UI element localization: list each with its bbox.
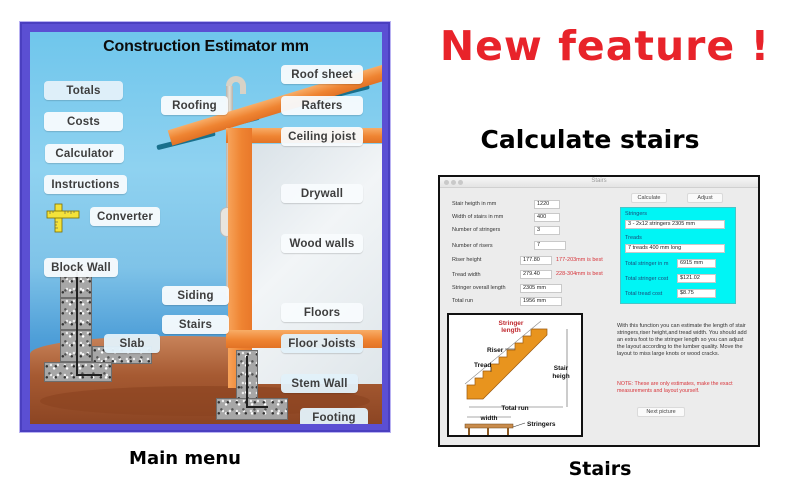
stringer-length-text: Stringer (499, 320, 524, 327)
stairs-caption: Stairs (568, 458, 632, 480)
total-run-output: 1956 mm (520, 297, 562, 306)
total-stringer-cost-result: $121.02 (677, 274, 716, 283)
rebar (76, 374, 102, 376)
stairs-window: Stairs Stair heigth in mm 1220 Width of … (438, 175, 760, 447)
wall-stud (228, 128, 252, 388)
main-menu-screenshot: Construction Estimator mm Totals Costs C… (20, 22, 390, 432)
stringer-length-output: 2305 mm (520, 284, 562, 293)
next-picture-button[interactable]: Next picture (637, 407, 685, 417)
app-title: Construction Estimator mm (103, 38, 309, 55)
footing-button[interactable]: Footing (300, 408, 368, 424)
subheadline: Calculate stairs (480, 125, 700, 154)
total-run-label: Total run (452, 298, 474, 304)
main-menu-caption: Main menu (129, 448, 241, 469)
stair-width-input[interactable]: 400 (534, 213, 560, 222)
stringer-length-label: Stringer overall length (452, 285, 506, 291)
risers-count-label: Number of risers (452, 243, 493, 249)
stringers-heading: Stringers (625, 211, 648, 217)
total-tread-cost-label: Total tread cost (625, 291, 663, 297)
stringer-board (464, 423, 514, 429)
stringer-post (468, 428, 470, 435)
costs-button[interactable]: Costs (44, 112, 123, 131)
riser-height-label: Riser height (452, 257, 482, 263)
estimate-note: NOTE: These are only estimates, make the… (617, 381, 733, 394)
riser-height-hint: 177-203mm is best (556, 257, 603, 263)
rafters-button[interactable]: Rafters (281, 96, 363, 115)
rebar (246, 356, 248, 408)
stair-height-text: Stair (554, 365, 569, 372)
stair-height-input[interactable]: 1220 (534, 200, 560, 209)
slab-button[interactable]: Slab (104, 334, 160, 353)
block-wall-button[interactable]: Block Wall (44, 258, 118, 277)
stringers-text: Stringers (527, 421, 556, 428)
calculate-button[interactable]: Calculate (631, 193, 667, 203)
stair-height-label: Stair heigth in mm (452, 201, 497, 207)
risers-count-input[interactable]: 7 (534, 241, 566, 250)
stair-width-label: Width of stairs in mm (452, 214, 504, 220)
tread-text: Tread (474, 362, 491, 369)
tread-width-input[interactable]: 279.40 (520, 270, 552, 279)
stringers-count-label: Number of stringers (452, 227, 501, 233)
stairs-button[interactable]: Stairs (162, 315, 229, 334)
footing (216, 398, 288, 420)
house-cross-section-scene: Construction Estimator mm Totals Costs C… (30, 32, 382, 424)
total-run-text: Total run (501, 405, 528, 412)
description-text: With this function you can estimate the … (617, 323, 747, 357)
stringers-pointer (512, 422, 526, 428)
treads-heading: Treads (625, 235, 642, 241)
floor-joists-button[interactable]: Floor Joists (281, 334, 363, 353)
tread-width-hint: 228-304mm is best (556, 271, 603, 277)
total-stringer-cost-label: Total stringer cost (625, 276, 669, 282)
results-panel: Stringers 3 - 2x12 stringers 2305 mm Tre… (620, 207, 736, 304)
roofing-button[interactable]: Roofing (161, 96, 228, 115)
tread-width-label: Tread width (452, 272, 481, 278)
riser-height-input[interactable]: 177.80 (520, 256, 552, 265)
riser-text: Riser (487, 347, 504, 354)
total-stringer-result: 6915 mm (677, 259, 716, 268)
stringers-result: 3 - 2x12 stringers 2305 mm (625, 220, 725, 229)
drywall-button[interactable]: Drywall (281, 184, 363, 203)
ceiling-joist-button[interactable]: Ceiling joist (281, 127, 363, 146)
treads-result: 7 treads 400 mm long (625, 244, 725, 253)
stringer-length-text: length (501, 327, 521, 334)
calculator-button[interactable]: Calculator (45, 144, 124, 163)
width-text: width (480, 415, 498, 422)
stringer-post (507, 428, 509, 435)
stringer-post (487, 428, 489, 435)
floors-button[interactable]: Floors (281, 303, 363, 322)
stair-diagram: Stringer length Riser Tread Stair heigh … (447, 313, 583, 437)
totals-button[interactable]: Totals (44, 81, 123, 100)
total-stringer-label: Total stringer in m (625, 261, 669, 267)
stair-height-text: heigh (552, 373, 569, 380)
siding-button[interactable]: Siding (162, 286, 229, 305)
adjust-button[interactable]: Adjust (687, 193, 723, 203)
rebar (246, 406, 268, 408)
ruler-icon[interactable] (46, 202, 80, 234)
window-titlebar: Stairs (440, 177, 758, 188)
rebar (76, 272, 78, 376)
wood-walls-button[interactable]: Wood walls (281, 234, 363, 253)
stem-wall-button[interactable]: Stem Wall (281, 374, 358, 393)
roof-sheet-button[interactable]: Roof sheet (281, 65, 363, 84)
total-tread-cost-result: $8.75 (677, 289, 716, 298)
converter-button[interactable]: Converter (90, 207, 160, 226)
window-title: Stairs (591, 178, 607, 184)
instructions-button[interactable]: Instructions (44, 175, 127, 194)
block-wall-footing (44, 362, 112, 382)
stringers-count-input[interactable]: 3 (534, 226, 560, 235)
headline: New feature ! (439, 22, 771, 70)
